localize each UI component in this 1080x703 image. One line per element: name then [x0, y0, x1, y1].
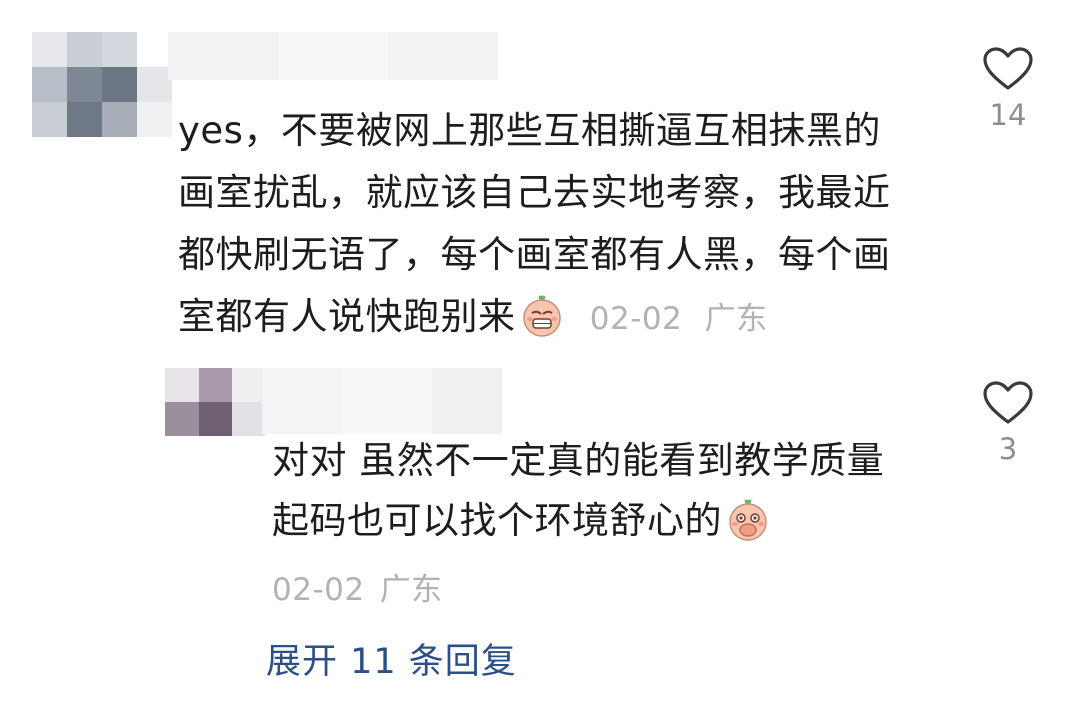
heart-icon	[978, 380, 1038, 426]
comment-username[interactable]	[168, 32, 498, 80]
comment-line: yes，不要被网上那些互相撕逼互相抹黑的	[178, 109, 881, 152]
reply-last-line: 起码也可以找个环境舒心的	[272, 491, 884, 551]
reply-line: 起码也可以找个环境舒心的	[272, 499, 722, 542]
reply-line: 对对 虽然不一定真的能看到教学质量	[272, 439, 885, 482]
reply-like-button[interactable]: 3	[978, 380, 1038, 466]
reply-username[interactable]	[262, 368, 502, 434]
reply-body: 对对 虽然不一定真的能看到教学质量 起码也可以找个环境舒心的	[272, 431, 884, 551]
reply-location: 广东	[379, 572, 443, 608]
comment-avatar[interactable]	[32, 32, 172, 147]
comment-line: 都快刷无语了，每个画室都有人黑，每个画	[178, 233, 891, 276]
tired-peach-emoji-icon	[520, 293, 564, 337]
reply-avatar[interactable]	[165, 368, 265, 440]
comment-like-button[interactable]: 14	[978, 46, 1038, 132]
comment-date: 02-02	[589, 301, 683, 337]
reply-date: 02-02	[272, 572, 365, 608]
reply-like-count: 3	[998, 432, 1018, 466]
cover-mouth-peach-emoji-icon	[726, 497, 770, 541]
comment-line: 室都有人说快跑别来	[178, 295, 516, 338]
comment-like-count: 14	[989, 98, 1027, 132]
heart-icon	[978, 46, 1038, 92]
comment-last-line: 室都有人说快跑别来 02-02 广东	[178, 286, 891, 350]
comment-line: 画室扰乱，就应该自己去实地考察，我最近	[178, 171, 891, 214]
expand-replies-link[interactable]: 展开 11 条回复	[266, 633, 517, 684]
comment-location: 广东	[704, 301, 768, 337]
comment-body: yes，不要被网上那些互相撕逼互相抹黑的 画室扰乱，就应该自己去实地考察，我最近…	[178, 100, 891, 350]
reply-meta: 02-02 广东	[272, 564, 443, 609]
